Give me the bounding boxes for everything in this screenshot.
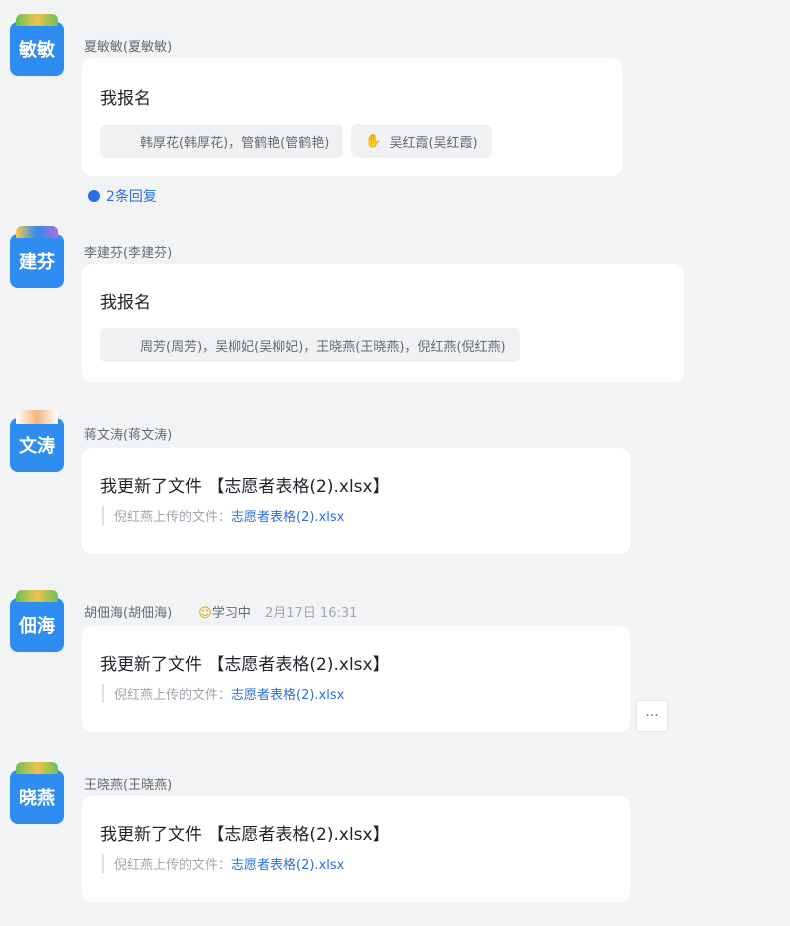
avatar[interactable]: 佃海 [10, 590, 64, 652]
sender-name: 蒋文涛(蒋文涛) [84, 428, 173, 443]
avatar-label: 敏敏 [19, 40, 55, 61]
sender-line: 胡佃海(胡佃海) ☺学习中 2月17日 16:31 [84, 602, 357, 621]
reply-count: 2条回复 [106, 189, 157, 205]
reaction-row: 韩厚花(韩厚花)，管鹤艳(管鹤艳) ✋ 吴红霞(吴红霞) [100, 124, 492, 158]
avatar-label: 文涛 [19, 436, 55, 457]
avatar-decoration-icon [16, 14, 58, 26]
avatar[interactable]: 建芬 [10, 226, 64, 288]
message-bubble[interactable]: 我更新了文件 【志愿者表格(2).xlsx】 倪红燕上传的文件：志愿者表格(2)… [82, 796, 630, 902]
message-text: 我更新了文件 【志愿者表格(2).xlsx】 [100, 477, 390, 497]
file-uploader: 倪红燕上传的文件： [114, 688, 232, 703]
message-text: 我更新了文件 【志愿者表格(2).xlsx】 [100, 825, 390, 845]
file-info: 倪红燕上传的文件：志愿者表格(2).xlsx [102, 684, 344, 703]
avatar[interactable]: 敏敏 [10, 14, 64, 76]
message-item: 建芬 李建芬(李建芬) 我报名 周芳(周芳)，吴柳妃(吴柳妃)，王晓燕(王晓燕)… [0, 212, 790, 392]
ellipsis-icon: ··· [645, 708, 659, 724]
file-info: 倪红燕上传的文件：志愿者表格(2).xlsx [102, 854, 344, 873]
reaction-users: 吴红霞(吴红霞) [389, 135, 478, 151]
message-text: 我更新了文件 【志愿者表格(2).xlsx】 [100, 655, 390, 675]
sender-name: 李建芬(李建芬) [84, 246, 173, 261]
message-item: 敏敏 夏敏敏(夏敏敏) 我报名 韩厚花(韩厚花)，管鹤艳(管鹤艳) ✋ 吴红霞(… [0, 0, 790, 210]
file-link[interactable]: 志愿者表格(2).xlsx [231, 858, 344, 873]
reaction-users: 韩厚花(韩厚花)，管鹤艳(管鹤艳) [140, 135, 330, 151]
message-bubble[interactable]: 我报名 周芳(周芳)，吴柳妃(吴柳妃)，王晓燕(王晓燕)，倪红燕(倪红燕) [82, 264, 684, 382]
file-link[interactable]: 志愿者表格(2).xlsx [231, 688, 344, 703]
comment-dot-icon [88, 190, 100, 202]
message-bubble[interactable]: 我报名 韩厚花(韩厚花)，管鹤艳(管鹤艳) ✋ 吴红霞(吴红霞) [82, 58, 622, 176]
sender-name: 王晓燕(王晓燕) [84, 778, 173, 793]
avatar-label: 晓燕 [19, 788, 55, 809]
reaction-chip[interactable]: 周芳(周芳)，吴柳妃(吴柳妃)，王晓燕(王晓燕)，倪红燕(倪红燕) [100, 328, 520, 362]
avatar-decoration-icon [16, 226, 58, 238]
avatar-label: 佃海 [19, 616, 55, 637]
avatar-decoration-icon [16, 762, 58, 774]
message-bubble[interactable]: 我更新了文件 【志愿者表格(2).xlsx】 倪红燕上传的文件：志愿者表格(2)… [82, 448, 630, 554]
file-uploader: 倪红燕上传的文件： [114, 510, 232, 525]
reaction-row: 周芳(周芳)，吴柳妃(吴柳妃)，王晓燕(王晓燕)，倪红燕(倪红燕) [100, 328, 520, 362]
file-uploader: 倪红燕上传的文件： [114, 858, 232, 873]
timestamp: 2月17日 16:31 [265, 606, 358, 621]
message-text: 我报名 [100, 293, 151, 313]
reaction-chip[interactable]: 韩厚花(韩厚花)，管鹤艳(管鹤艳) [100, 124, 344, 158]
status-text: 学习中 [211, 606, 251, 621]
file-link[interactable]: 志愿者表格(2).xlsx [231, 510, 344, 525]
avatar-decoration-icon [16, 410, 58, 424]
message-bubble[interactable]: 我更新了文件 【志愿者表格(2).xlsx】 倪红燕上传的文件：志愿者表格(2)… [82, 626, 630, 732]
reaction-chip[interactable]: ✋ 吴红霞(吴红霞) [351, 124, 492, 158]
reaction-users: 周芳(周芳)，吴柳妃(吴柳妃)，王晓燕(王晓燕)，倪红燕(倪红燕) [140, 339, 506, 355]
sender-name: 胡佃海(胡佃海) [84, 606, 173, 621]
thumb-icon: ✋ [365, 133, 382, 149]
sender-name: 夏敏敏(夏敏敏) [84, 40, 173, 55]
message-text: 我报名 [100, 89, 151, 109]
user-status: ☺学习中 [198, 606, 251, 621]
avatar-decoration-icon [16, 590, 58, 602]
avatar[interactable]: 晓燕 [10, 762, 64, 824]
avatar[interactable]: 文涛 [10, 410, 64, 472]
reply-link[interactable]: 2条回复 [88, 186, 157, 206]
message-item: 文涛 蒋文涛(蒋文涛) 我更新了文件 【志愿者表格(2).xlsx】 倪红燕上传… [0, 400, 790, 560]
more-actions-button[interactable]: ··· [636, 700, 668, 732]
avatar-label: 建芬 [19, 252, 55, 273]
message-item: 佃海 胡佃海(胡佃海) ☺学习中 2月17日 16:31 我更新了文件 【志愿者… [0, 580, 790, 740]
file-info: 倪红燕上传的文件：志愿者表格(2).xlsx [102, 506, 344, 525]
smile-icon: ☺ [198, 606, 212, 621]
message-item: 晓燕 王晓燕(王晓燕) 我更新了文件 【志愿者表格(2).xlsx】 倪红燕上传… [0, 750, 790, 920]
